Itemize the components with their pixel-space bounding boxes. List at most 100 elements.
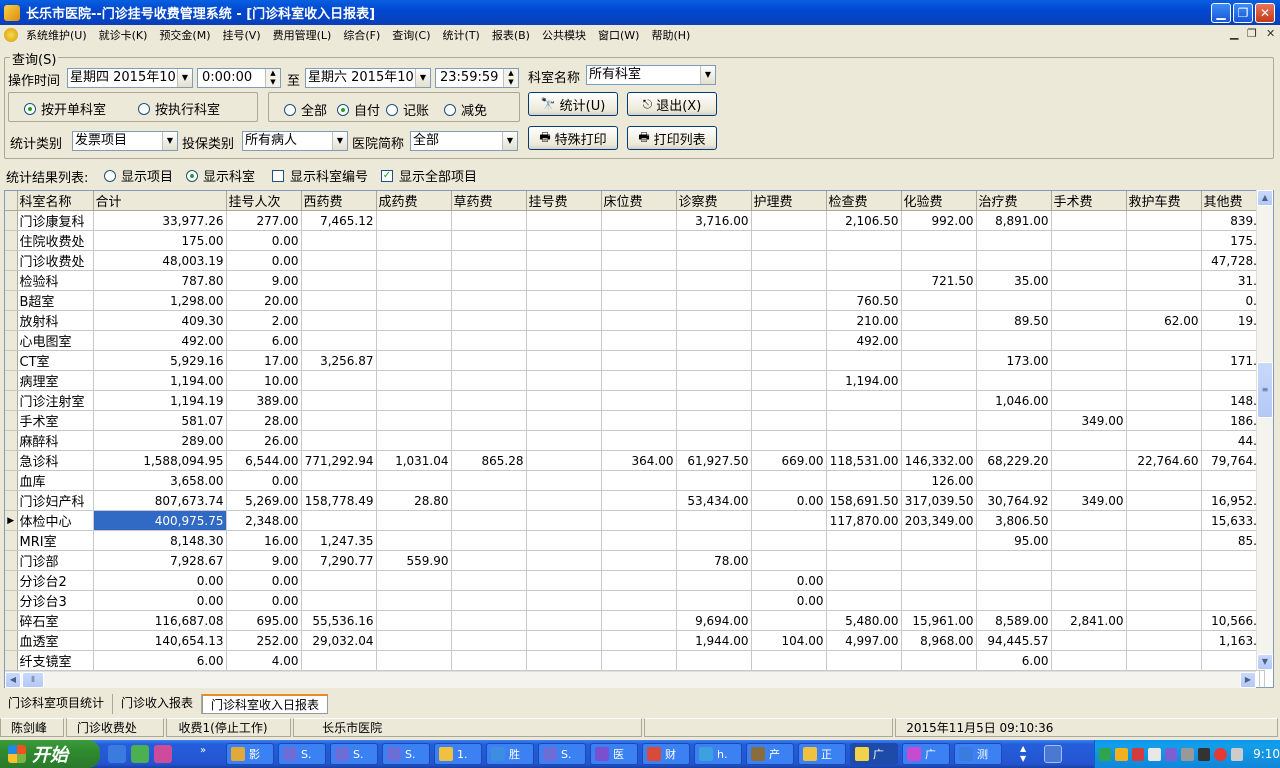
- value-cell[interactable]: [376, 590, 452, 611]
- row-indicator[interactable]: [5, 230, 18, 251]
- value-cell[interactable]: [1126, 390, 1202, 411]
- value-cell[interactable]: 79,764.: [1201, 450, 1260, 471]
- table-row[interactable]: 门诊部 7,928.67 9.00 7,290.77 559.90 78.00: [5, 550, 1265, 571]
- table-row[interactable]: 住院收费处 175.00 0.00 175.: [5, 230, 1265, 251]
- value-cell[interactable]: [1126, 630, 1202, 651]
- menu-system[interactable]: 系统维护(U): [20, 27, 93, 43]
- scroll-right-icon[interactable]: ▶: [1240, 672, 1256, 688]
- tab-dept-item-stat[interactable]: 门诊科室项目统计: [0, 694, 114, 714]
- taskbar-window-button[interactable]: 正: [798, 743, 846, 765]
- start-date-picker[interactable]: 星期四 2015年10 ▼: [67, 68, 193, 88]
- value-cell[interactable]: [1051, 310, 1127, 331]
- taskbar-window-button[interactable]: 广: [850, 743, 898, 765]
- column-header[interactable]: 护理费: [751, 191, 827, 211]
- value-cell[interactable]: [751, 550, 827, 571]
- value-cell[interactable]: 68,229.20: [976, 450, 1052, 471]
- value-cell[interactable]: [901, 330, 977, 351]
- row-indicator[interactable]: [5, 390, 18, 411]
- value-cell[interactable]: [1126, 290, 1202, 311]
- value-cell[interactable]: 0.00: [226, 250, 302, 271]
- column-header[interactable]: 西药费: [301, 191, 377, 211]
- value-cell[interactable]: 116,687.08: [93, 610, 227, 631]
- column-header[interactable]: 其他费: [1201, 191, 1260, 211]
- value-cell[interactable]: [826, 530, 902, 551]
- taskbar-window-button[interactable]: 财: [642, 743, 690, 765]
- value-cell[interactable]: [1126, 410, 1202, 431]
- value-cell[interactable]: [601, 430, 677, 451]
- value-cell[interactable]: [976, 330, 1052, 351]
- value-cell[interactable]: [676, 250, 752, 271]
- value-cell[interactable]: 20.00: [226, 290, 302, 311]
- radio-pay-account[interactable]: 记账: [386, 100, 429, 119]
- value-cell[interactable]: 175.: [1201, 230, 1260, 251]
- value-cell[interactable]: [376, 570, 452, 591]
- value-cell[interactable]: [301, 370, 377, 391]
- value-cell[interactable]: 1,046.00: [976, 390, 1052, 411]
- table-row[interactable]: 放射科 409.30 2.00 210.00 89.50 62.00 19.: [5, 310, 1265, 331]
- value-cell[interactable]: [451, 650, 527, 671]
- value-cell[interactable]: 277.00: [226, 210, 302, 231]
- row-indicator[interactable]: [5, 530, 18, 551]
- taskbar-window-button[interactable]: S.: [330, 743, 378, 765]
- row-indicator[interactable]: [5, 270, 18, 291]
- row-indicator[interactable]: [5, 310, 18, 331]
- value-cell[interactable]: [1126, 530, 1202, 551]
- value-cell[interactable]: 0.: [1201, 290, 1260, 311]
- value-cell[interactable]: [901, 250, 977, 271]
- value-cell[interactable]: 0.00: [751, 570, 827, 591]
- value-cell[interactable]: [301, 270, 377, 291]
- value-cell[interactable]: 28.80: [376, 490, 452, 511]
- value-cell[interactable]: 3,806.50: [976, 510, 1052, 531]
- value-cell[interactable]: [826, 230, 902, 251]
- value-cell[interactable]: [451, 310, 527, 331]
- value-cell[interactable]: [376, 370, 452, 391]
- value-cell[interactable]: 6.00: [226, 330, 302, 351]
- value-cell[interactable]: 7,465.12: [301, 210, 377, 231]
- column-header[interactable]: 治疗费: [976, 191, 1052, 211]
- value-cell[interactable]: [1126, 470, 1202, 491]
- value-cell[interactable]: 0.00: [751, 490, 827, 511]
- value-cell[interactable]: [901, 310, 977, 331]
- table-row[interactable]: 分诊台2 0.00 0.00 0.00: [5, 570, 1265, 591]
- value-cell[interactable]: [676, 590, 752, 611]
- value-cell[interactable]: [451, 530, 527, 551]
- value-cell[interactable]: [751, 370, 827, 391]
- value-cell[interactable]: [826, 250, 902, 271]
- value-cell[interactable]: 89.50: [976, 310, 1052, 331]
- value-cell[interactable]: 29,032.04: [301, 630, 377, 651]
- value-cell[interactable]: [526, 350, 602, 371]
- column-header[interactable]: 成药费: [376, 191, 452, 211]
- value-cell[interactable]: [1051, 430, 1127, 451]
- table-row[interactable]: 门诊妇产科 807,673.74 5,269.00 158,778.49 28.80 53…: [5, 490, 1265, 511]
- taskbar-window-button[interactable]: h.: [694, 743, 742, 765]
- value-cell[interactable]: [526, 590, 602, 611]
- dept-name-cell[interactable]: 放射科: [17, 310, 94, 331]
- value-cell[interactable]: [601, 350, 677, 371]
- taskbar-window-button[interactable]: 医: [590, 743, 638, 765]
- value-cell[interactable]: [376, 390, 452, 411]
- row-indicator[interactable]: [5, 470, 18, 491]
- tray-antivirus-icon[interactable]: [1115, 747, 1128, 761]
- value-cell[interactable]: [901, 430, 977, 451]
- stat-type-select[interactable]: 发票项目 ▼: [72, 131, 178, 151]
- value-cell[interactable]: [676, 230, 752, 251]
- scroll-thumb[interactable]: ≡: [1257, 362, 1273, 418]
- value-cell[interactable]: 31.: [1201, 270, 1260, 291]
- value-cell[interactable]: [751, 250, 827, 271]
- value-cell[interactable]: 4,997.00: [826, 630, 902, 651]
- value-cell[interactable]: [301, 410, 377, 431]
- value-cell[interactable]: [676, 430, 752, 451]
- value-cell[interactable]: [901, 550, 977, 571]
- value-cell[interactable]: [751, 350, 827, 371]
- row-indicator[interactable]: [5, 370, 18, 391]
- table-row[interactable]: 手术室 581.07 28.00 349.00 186.: [5, 410, 1265, 431]
- value-cell[interactable]: [1051, 450, 1127, 471]
- value-cell[interactable]: [376, 470, 452, 491]
- value-cell[interactable]: [1201, 650, 1260, 671]
- menu-public[interactable]: 公共模块: [536, 27, 592, 43]
- value-cell[interactable]: 0.00: [226, 570, 302, 591]
- row-indicator[interactable]: [5, 210, 18, 231]
- value-cell[interactable]: 6.00: [93, 650, 227, 671]
- value-cell[interactable]: [301, 590, 377, 611]
- taskbar-window-button[interactable]: S.: [278, 743, 326, 765]
